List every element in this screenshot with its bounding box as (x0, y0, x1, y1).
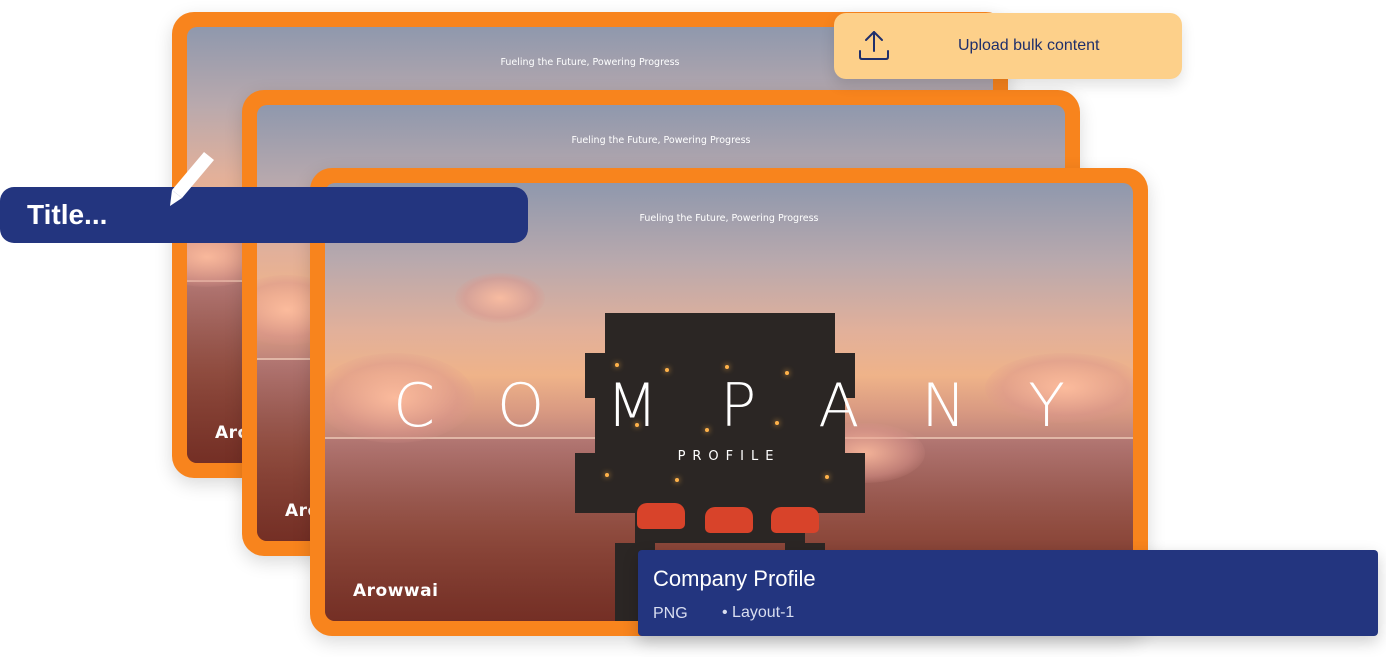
headline-letter: N (921, 371, 967, 441)
file-type: PNG (653, 605, 688, 622)
file-info-panel: Company Profile PNG • Layout-1 (638, 550, 1378, 636)
title-input[interactable]: Title... (0, 187, 528, 243)
headline-letter: C (393, 371, 436, 441)
upload-button-label: Upload bulk content (958, 37, 1100, 54)
headline-letter: O (497, 371, 545, 441)
brand-logo: Arowwai (353, 581, 439, 601)
slide-subheadline: PROFILE (677, 449, 781, 464)
cloud (455, 273, 545, 323)
pencil-icon (168, 150, 220, 208)
headline-letter: Y (1028, 371, 1065, 441)
headline-letter: M (606, 371, 659, 441)
upload-icon (856, 27, 892, 63)
slide-headline: C O M P A N Y (325, 371, 1133, 441)
slide-tagline: Fueling the Future, Powering Progress (571, 135, 751, 146)
upload-bulk-content-button[interactable]: Upload bulk content (834, 13, 1182, 79)
headline-letter: P (720, 371, 757, 441)
headline-letter: A (818, 371, 860, 441)
file-title: Company Profile (653, 566, 816, 591)
file-layout: • Layout-1 (722, 604, 795, 621)
